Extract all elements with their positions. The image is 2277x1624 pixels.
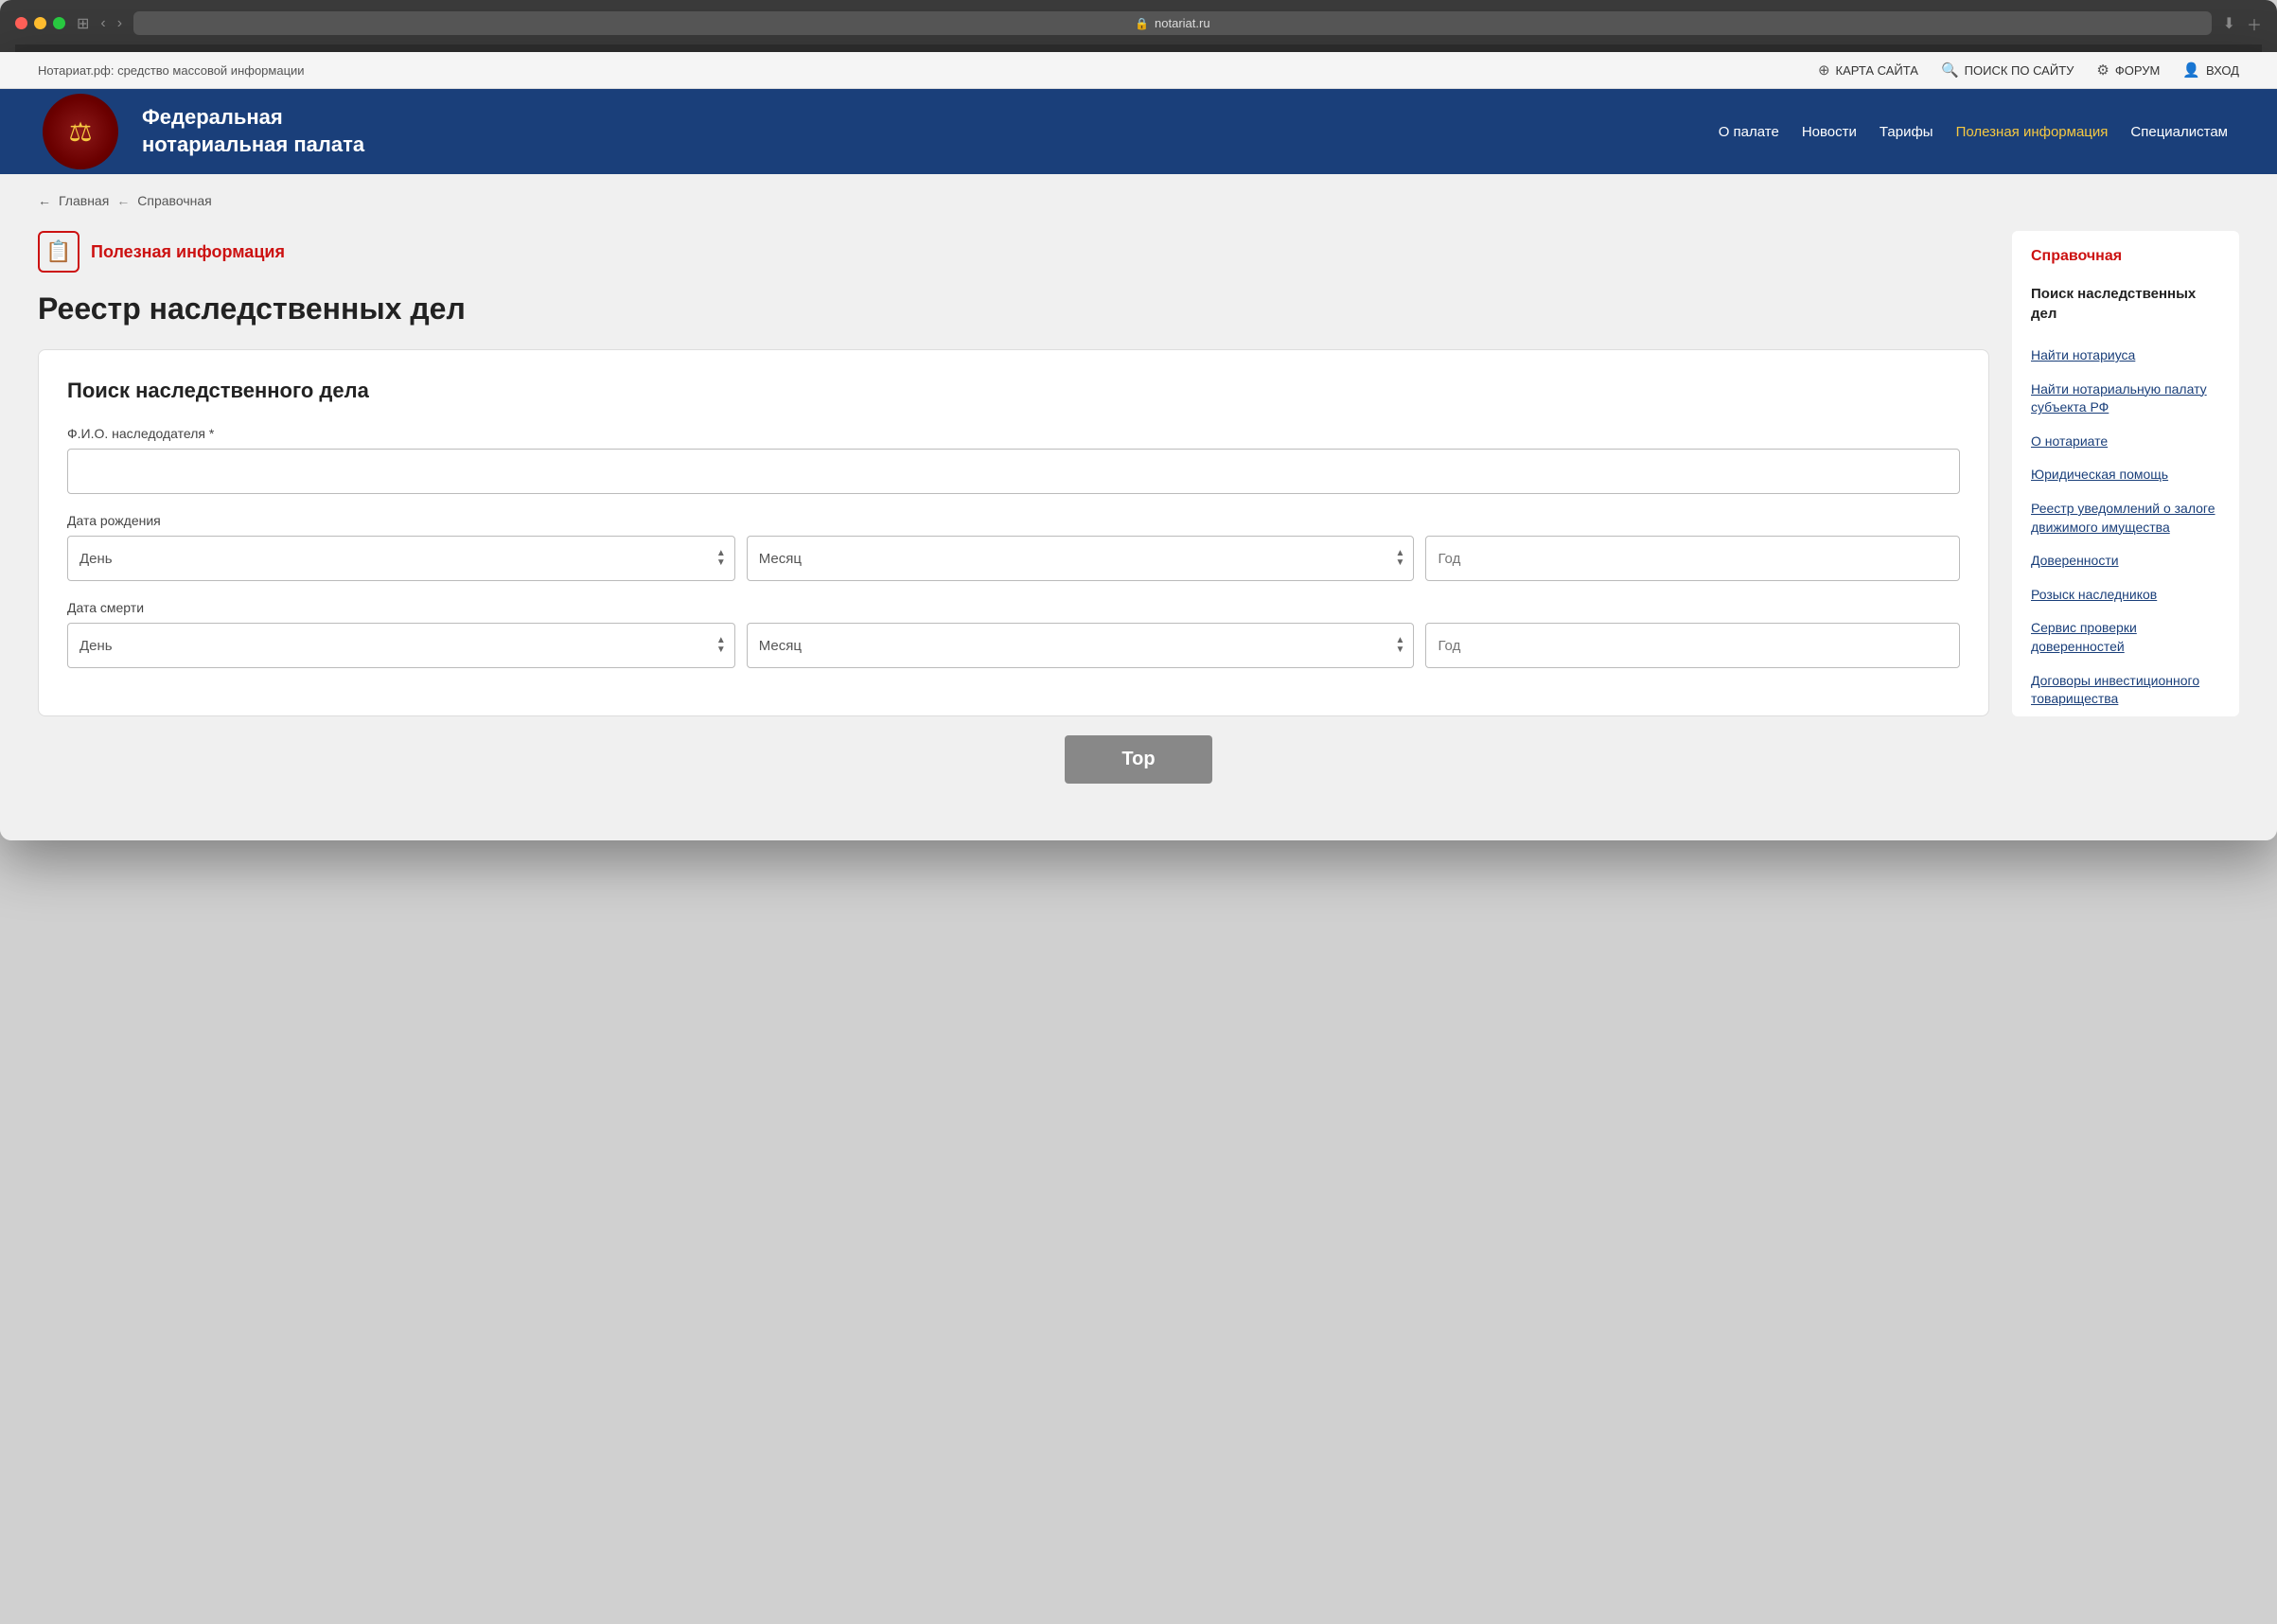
sidebar-link-8[interactable]: Договоры инвестиционного товарищества — [2012, 664, 2239, 716]
topbar-nav: ⊕ КАРТА САЙТА 🔍 ПОИСК ПО САЙТУ ⚙ ФОРУМ 👤… — [1818, 62, 2239, 79]
scroll-top-area: Top — [38, 716, 2239, 803]
main-nav: О палате Новости Тарифы Полезная информа… — [421, 116, 2239, 148]
section-heading-text: Полезная информация — [91, 242, 285, 262]
document-icon: 📋 — [45, 239, 71, 264]
back-icon[interactable]: ‹ — [100, 15, 105, 32]
two-col-layout: 📋 Полезная информация Реестр наследствен… — [38, 231, 2239, 716]
nav-item-poleznaya[interactable]: Полезная информация — [1945, 116, 2120, 148]
browser-tab-bar — [15, 44, 2262, 52]
traffic-lights — [15, 17, 65, 29]
close-button[interactable] — [15, 17, 27, 29]
topbar-forum-link[interactable]: ⚙ ФОРУМ — [2096, 62, 2160, 79]
url-text: notariat.ru — [1155, 16, 1210, 30]
fio-label: Ф.И.О. наследодателя * — [67, 426, 1960, 441]
nav-item-tarify[interactable]: Тарифы — [1868, 116, 1945, 148]
sidebar-link-4[interactable]: Реестр уведомлений о залоге движимого им… — [2012, 492, 2239, 544]
topbar-search-link[interactable]: 🔍 ПОИСК ПО САЙТУ — [1941, 62, 2074, 79]
site-description: Нотариат.рф: средство массовой информаци… — [38, 63, 305, 78]
sidebar-link-0[interactable]: Найти нотариуса — [2012, 339, 2239, 373]
search-card-title: Поиск наследственного дела — [67, 379, 1960, 403]
birth-date-row: День 123 456 789 101112 131415 161718 19… — [67, 536, 1960, 581]
death-month-wrapper: Месяц ЯнварьФевраль МартАпрель МайИюнь И… — [747, 623, 1415, 668]
fio-form-group: Ф.И.О. наследодателя * — [67, 426, 1960, 494]
site-header: Федеральная нотариальная палата О палате… — [0, 89, 2277, 174]
breadcrumb-arrow-1: ← — [38, 193, 51, 208]
breadcrumb-sprav[interactable]: Справочная — [137, 193, 211, 208]
user-icon: 👤 — [2182, 62, 2200, 79]
content-wrapper: ← Главная ← Справочная 📋 Полезная информ… — [0, 174, 2277, 840]
browser-toolbar: ⊞ ‹ › 🔒 notariat.ru ⬇ ＋ — [15, 11, 2262, 35]
death-month-select[interactable]: Месяц ЯнварьФевраль МартАпрель МайИюнь И… — [747, 623, 1415, 668]
topbar-login-link[interactable]: 👤 ВХОД — [2182, 62, 2239, 79]
birth-date-form-group: Дата рождения День 123 456 789 101112 13… — [67, 513, 1960, 581]
sidebar-link-1[interactable]: Найти нотариальную палату субъекта РФ — [2012, 373, 2239, 425]
sidebar-toggle-icon[interactable]: ⊞ — [77, 14, 89, 33]
search-icon: 🔍 — [1941, 62, 1959, 79]
new-tab-icon[interactable]: ＋ — [2247, 12, 2262, 35]
browser-actions: ⬇ ＋ — [2223, 12, 2262, 35]
death-day-select[interactable]: День 123 456 789 101112 131415 161718 19… — [67, 623, 735, 668]
minimize-button[interactable] — [34, 17, 46, 29]
birth-date-label: Дата рождения — [67, 513, 1960, 528]
breadcrumb: ← Главная ← Справочная — [38, 193, 2239, 208]
sidebar-section-title: Справочная — [2012, 231, 2239, 276]
nav-item-novosti[interactable]: Новости — [1791, 116, 1868, 148]
sidebar-link-6[interactable]: Розыск наследников — [2012, 578, 2239, 612]
breadcrumb-sep: ← — [116, 193, 130, 208]
sidebar-active-item: Поиск наследственных дел — [2012, 276, 2239, 339]
browser-window: Нотариат.рф: средство массовой информаци… — [0, 52, 2277, 840]
topbar-forum-label: ФОРУМ — [2115, 63, 2160, 78]
download-icon[interactable]: ⬇ — [2223, 14, 2235, 33]
birth-day-wrapper: День 123 456 789 101112 131415 161718 19… — [67, 536, 735, 581]
sidebar-link-5[interactable]: Доверенности — [2012, 544, 2239, 578]
forum-icon: ⚙ — [2096, 62, 2109, 79]
compass-icon: ⊕ — [1818, 62, 1830, 79]
sidebar-widget: Справочная Поиск наследственных дел Найт… — [2012, 231, 2239, 716]
page-title: Реестр наследственных дел — [38, 291, 1989, 327]
fio-input[interactable] — [67, 449, 1960, 494]
topbar-map-link[interactable]: ⊕ КАРТА САЙТА — [1818, 62, 1918, 79]
browser-chrome: ⊞ ‹ › 🔒 notariat.ru ⬇ ＋ — [0, 0, 2277, 52]
sidebar-link-3[interactable]: Юридическая помощь — [2012, 458, 2239, 492]
death-date-form-group: Дата смерти День 123 456 789 101112 1314… — [67, 600, 1960, 668]
death-day-wrapper: День 123 456 789 101112 131415 161718 19… — [67, 623, 735, 668]
lock-icon: 🔒 — [1135, 17, 1149, 30]
section-heading: 📋 Полезная информация — [38, 231, 1989, 273]
sidebar-link-2[interactable]: О нотариате — [2012, 425, 2239, 459]
site-topbar: Нотариат.рф: средство массовой информаци… — [0, 52, 2277, 89]
sidebar-link-7[interactable]: Сервис проверки доверенностей — [2012, 611, 2239, 663]
topbar-search-label: ПОИСК ПО САЙТУ — [1965, 63, 2074, 78]
address-bar[interactable]: 🔒 notariat.ru — [133, 11, 2212, 35]
sidebar-col: Справочная Поиск наследственных дел Найт… — [2012, 231, 2239, 716]
site-title: Федеральная нотариальная палата — [142, 104, 364, 158]
forward-icon[interactable]: › — [117, 15, 122, 32]
death-year-wrapper — [1425, 623, 1960, 668]
site-logo — [38, 89, 123, 174]
birth-day-select[interactable]: День 123 456 789 101112 131415 161718 19… — [67, 536, 735, 581]
search-card: Поиск наследственного дела Ф.И.О. наслед… — [38, 349, 1989, 716]
death-date-label: Дата смерти — [67, 600, 1960, 615]
main-content-col: 📋 Полезная информация Реестр наследствен… — [38, 231, 1989, 716]
nav-item-specialistam[interactable]: Специалистам — [2119, 116, 2239, 148]
site-title-block: Федеральная нотариальная палата — [142, 104, 364, 158]
section-icon: 📋 — [38, 231, 79, 273]
birth-month-select[interactable]: Месяц ЯнварьФевраль МартАпрель МайИюнь И… — [747, 536, 1415, 581]
birth-year-wrapper — [1425, 536, 1960, 581]
birth-year-input[interactable] — [1425, 536, 1960, 581]
breadcrumb-home[interactable]: Главная — [59, 193, 109, 208]
logo-image — [43, 94, 118, 169]
topbar-login-label: ВХОД — [2206, 63, 2239, 78]
birth-month-wrapper: Месяц ЯнварьФевраль МартАпрель МайИюнь И… — [747, 536, 1415, 581]
nav-item-o-palate[interactable]: О палате — [1707, 116, 1791, 148]
maximize-button[interactable] — [53, 17, 65, 29]
death-date-row: День 123 456 789 101112 131415 161718 19… — [67, 623, 1960, 668]
topbar-map-label: КАРТА САЙТА — [1836, 63, 1918, 78]
scroll-top-button[interactable]: Top — [1065, 735, 1211, 784]
death-year-input[interactable] — [1425, 623, 1960, 668]
